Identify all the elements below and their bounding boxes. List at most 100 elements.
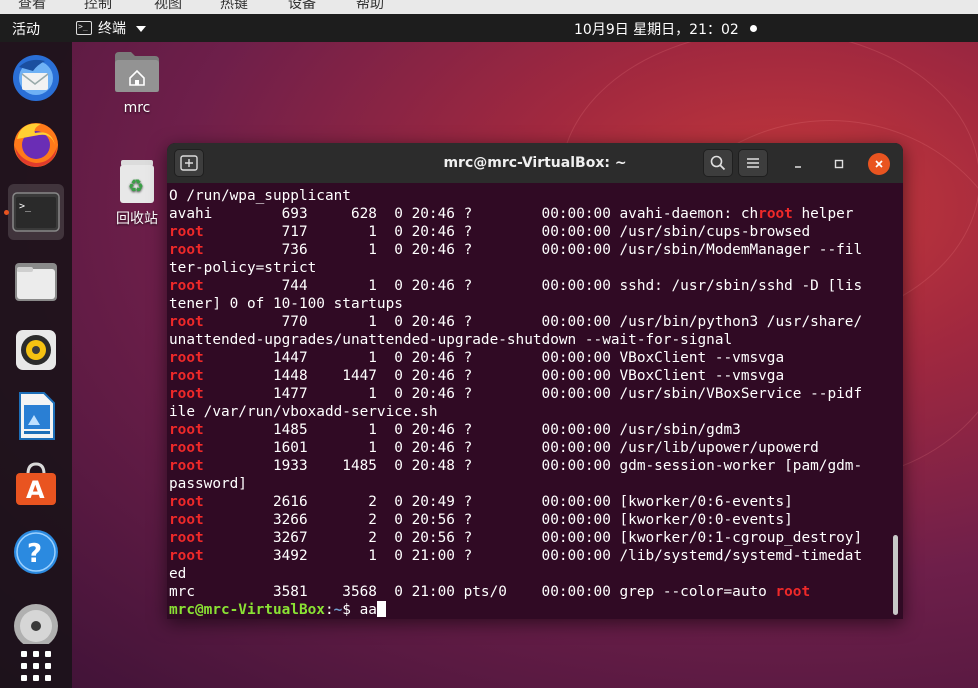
search-icon — [710, 155, 726, 171]
dock-show-apps[interactable] — [8, 638, 64, 688]
dock-rhythmbox[interactable] — [8, 322, 64, 378]
dock-software[interactable]: A — [8, 456, 64, 512]
dock-terminal[interactable]: >_ — [4, 184, 64, 240]
highlight-red: root — [169, 278, 204, 294]
help-icon: ? — [14, 530, 58, 574]
terminal-text: 1601 1 0 20:46 ? 00:00:00 /usr/lib/upowe… — [203, 440, 819, 456]
terminal-line: mrc@mrc-VirtualBox:~$ aa — [169, 601, 891, 619]
highlight-red: root — [169, 368, 204, 384]
maximize-button[interactable] — [828, 153, 850, 175]
highlight-red: root — [169, 224, 204, 240]
chevron-down-icon — [136, 26, 146, 32]
terminal-line: root 770 1 0 20:46 ? 00:00:00 /usr/bin/p… — [169, 313, 891, 331]
firefox-icon — [14, 123, 58, 167]
highlight-red: root — [169, 548, 204, 564]
desktop-trash[interactable]: ♻ 回收站 — [107, 158, 167, 228]
terminal-line: root 1447 1 0 20:46 ? 00:00:00 VBoxClien… — [169, 349, 891, 367]
highlight-red: root — [758, 206, 793, 222]
terminal-text: 1485 1 0 20:46 ? 00:00:00 /usr/sbin/gdm3 — [203, 422, 741, 438]
terminal-line: ter-policy=strict — [169, 259, 891, 277]
running-indicator-icon — [4, 210, 9, 215]
vm-menu-item[interactable]: 热键 — [220, 0, 248, 13]
dock-files[interactable] — [8, 254, 64, 310]
app-menu[interactable]: >_ 终端 — [76, 18, 146, 38]
dock: >_ A ? — [0, 42, 72, 688]
terminal-line: unattended-upgrades/unattended-upgrade-s… — [169, 331, 891, 349]
terminal-text: 717 1 0 20:46 ? 00:00:00 /usr/sbin/cups-… — [203, 224, 811, 240]
vm-menu-item[interactable]: 视图 — [154, 0, 182, 13]
terminal-text: ter-policy=strict — [169, 260, 317, 276]
terminal-line: root 1477 1 0 20:46 ? 00:00:00 /usr/sbin… — [169, 385, 891, 403]
minimize-button[interactable] — [787, 153, 809, 175]
new-tab-icon — [180, 155, 198, 171]
highlight-red: root — [169, 440, 204, 456]
terminal-line: root 3266 2 0 20:56 ? 00:00:00 [kworker/… — [169, 511, 891, 529]
dvd-icon — [14, 604, 58, 644]
highlight-blue: ~ — [333, 602, 343, 618]
notification-dot-icon — [750, 25, 757, 32]
desktop-home-folder[interactable]: mrc — [107, 50, 167, 116]
terminal-text: : — [324, 602, 334, 618]
terminal-titlebar[interactable]: mrc@mrc-VirtualBox: ~ — [167, 143, 903, 183]
svg-text:?: ? — [27, 539, 42, 569]
terminal-line: root 1485 1 0 20:46 ? 00:00:00 /usr/sbin… — [169, 421, 891, 439]
vm-menu-item[interactable]: 查看 — [18, 0, 46, 13]
highlight-red: root — [169, 458, 204, 474]
top-bar: 活动 >_ 终端 10月9日 星期日，21：02 — [0, 14, 978, 42]
dock-thunderbird[interactable] — [8, 50, 64, 106]
vm-menu-item[interactable]: 设备 — [288, 0, 316, 13]
vm-menu-item[interactable]: 控制 — [84, 0, 112, 13]
terminal-window[interactable]: mrc@mrc-VirtualBox: ~ O /run/wpa_supplic… — [167, 143, 903, 619]
terminal-text: avahi 693 628 0 20:46 ? 00:00:00 avahi-d… — [169, 206, 759, 222]
search-button[interactable] — [703, 149, 733, 177]
terminal-text: $ aa — [342, 602, 377, 618]
terminal-output[interactable]: O /run/wpa_supplicant avahi 693 628 0 20:… — [169, 183, 891, 619]
svg-text:A: A — [26, 476, 45, 504]
terminal-text: ile /var/run/vboxadd-service.sh — [169, 404, 438, 420]
terminal-line: root 736 1 0 20:46 ? 00:00:00 /usr/sbin/… — [169, 241, 891, 259]
highlight-red: root — [169, 242, 204, 258]
terminal-text: ed — [169, 566, 187, 582]
terminal-text: helper — [792, 206, 854, 222]
svg-text:♻: ♻ — [128, 176, 144, 197]
thunderbird-icon — [13, 55, 59, 101]
home-folder-label: mrc — [123, 100, 151, 116]
terminal-line: root 744 1 0 20:46 ? 00:00:00 sshd: /usr… — [169, 277, 891, 295]
dock-writer[interactable] — [8, 388, 64, 444]
libreoffice-writer-icon — [19, 392, 55, 440]
hamburger-icon — [747, 158, 759, 168]
terminal-scrollbar[interactable] — [893, 535, 898, 615]
app-menu-label: 终端 — [98, 21, 126, 37]
files-icon — [15, 263, 57, 301]
software-center-icon: A — [16, 462, 56, 505]
terminal-line: ed — [169, 565, 891, 583]
terminal-line: root 3492 1 0 21:00 ? 00:00:00 /lib/syst… — [169, 547, 891, 565]
clock[interactable]: 10月9日 星期日，21：02 — [574, 19, 739, 39]
activities-button[interactable]: 活动 — [12, 19, 40, 39]
close-button[interactable] — [868, 153, 890, 175]
dock-firefox[interactable] — [8, 116, 64, 172]
close-icon — [875, 160, 883, 168]
terminal-text: 744 1 0 20:46 ? 00:00:00 sshd: /usr/sbin… — [203, 278, 863, 294]
terminal-text: tener] 0 of 10-100 startups — [169, 296, 403, 312]
menu-button[interactable] — [738, 149, 768, 177]
highlight-red: root — [169, 530, 204, 546]
terminal-small-icon: >_ — [76, 21, 92, 35]
terminal-text: 770 1 0 20:46 ? 00:00:00 /usr/bin/python… — [203, 314, 863, 330]
terminal-text: 2616 2 0 20:49 ? 00:00:00 [kworker/0:6-e… — [203, 494, 793, 510]
trash-label: 回收站 — [116, 211, 158, 227]
terminal-text: 1448 1447 0 20:46 ? 00:00:00 VBoxClient … — [203, 368, 785, 384]
vm-menu-item[interactable]: 帮助 — [356, 0, 384, 13]
show-apps-icon — [21, 651, 51, 681]
new-tab-button[interactable] — [174, 149, 204, 177]
dock-help[interactable]: ? — [8, 524, 64, 580]
highlight-red: root — [169, 314, 204, 330]
terminal-line: root 1933 1485 0 20:48 ? 00:00:00 gdm-se… — [169, 457, 891, 475]
terminal-line: ile /var/run/vboxadd-service.sh — [169, 403, 891, 421]
trash-icon: ♻ — [120, 160, 154, 203]
terminal-line: root 1448 1447 0 20:46 ? 00:00:00 VBoxCl… — [169, 367, 891, 385]
terminal-line: O /run/wpa_supplicant — [169, 187, 891, 205]
terminal-text: password] — [169, 476, 247, 492]
terminal-line: root 1601 1 0 20:46 ? 00:00:00 /usr/lib/… — [169, 439, 891, 457]
terminal-line: root 2616 2 0 20:49 ? 00:00:00 [kworker/… — [169, 493, 891, 511]
